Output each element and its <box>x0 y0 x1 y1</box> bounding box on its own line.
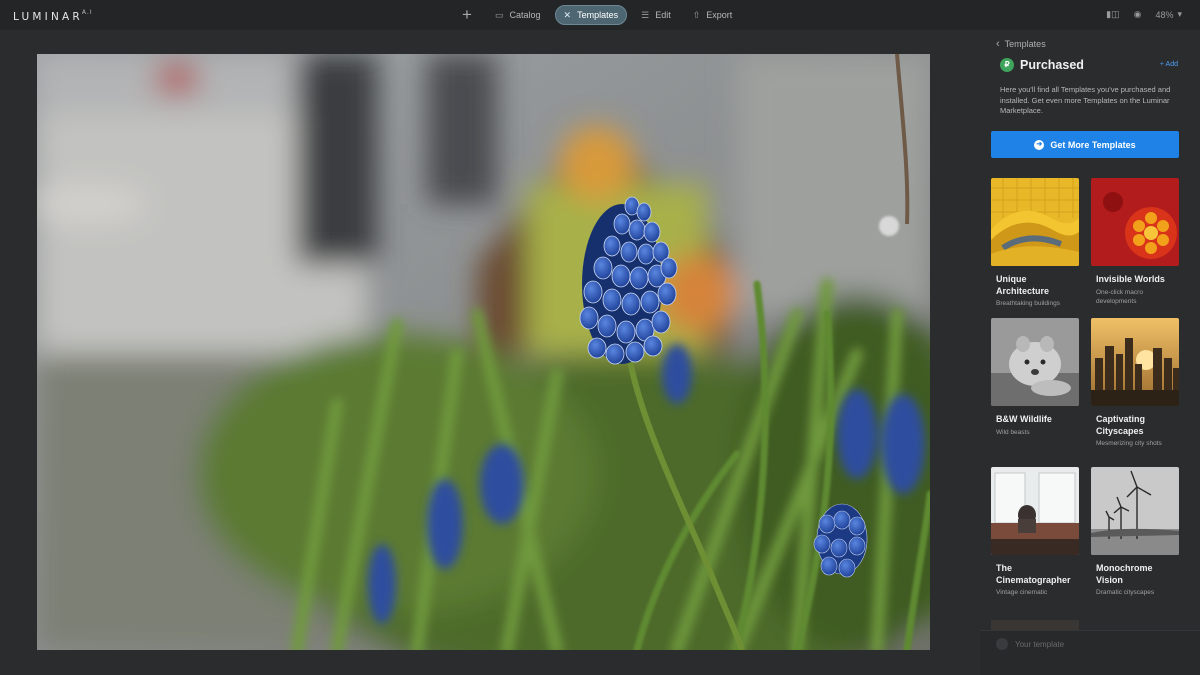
photo-canvas[interactable] <box>37 54 930 650</box>
purchased-badge-icon: ₽ <box>1000 58 1014 72</box>
arrow-right-icon: ➜ <box>1034 139 1045 150</box>
template-thumbnail[interactable] <box>991 318 1079 406</box>
template-card[interactable]: Invisible Worlds One-click macro develop… <box>1091 178 1180 307</box>
tab-catalog[interactable]: ▭ Catalog <box>487 5 549 25</box>
template-subtitle: Wild beasts <box>996 428 1030 436</box>
folder-icon: ▭ <box>495 9 504 20</box>
panel-header: ₽ Purchased + Add <box>1000 58 1178 72</box>
chevron-left-icon: ‹ <box>996 38 1000 50</box>
templates-icon: ✕ <box>563 9 572 20</box>
template-card[interactable]: Captivating Cityscapes Mesmerizing city … <box>1091 318 1180 449</box>
template-subtitle: One-click macro developments <box>1096 288 1143 306</box>
template-name: The Cinematographer <box>996 563 1071 585</box>
template-card[interactable]: B&W Wildlife Wild beasts <box>991 318 1080 437</box>
compare-icon[interactable]: ▮◫ <box>1106 9 1119 20</box>
divider <box>980 630 1200 631</box>
your-template-bar[interactable]: Your template <box>980 620 1200 675</box>
back-link[interactable]: ‹ Templates <box>996 38 1046 50</box>
panel-title: Purchased <box>1020 58 1084 72</box>
chevron-down-icon[interactable]: ▾ <box>1177 9 1182 20</box>
template-thumbnail[interactable] <box>991 467 1079 555</box>
template-subtitle: Mesmerizing city shots <box>1096 440 1162 447</box>
add-link[interactable]: + Add <box>1160 61 1178 68</box>
tab-edit[interactable]: ☰ Edit <box>633 5 679 25</box>
template-thumbnail[interactable] <box>1091 467 1179 555</box>
template-card[interactable]: Monochrome Vision Dramatic cityscapes <box>1091 467 1180 598</box>
main-nav: + ▭ Catalog ✕ Templates ☰ Edit ⇧ Export <box>457 5 746 25</box>
app-logo: LUMINARA.I <box>13 9 93 23</box>
template-name: Monochrome Vision <box>1096 563 1153 585</box>
get-more-templates-button[interactable]: ➜ Get More Templates <box>991 131 1179 158</box>
add-icon[interactable]: + <box>457 5 477 25</box>
panel-description: Here you'll find all Templates you've pu… <box>1000 85 1171 115</box>
view-controls: ▮◫ ◉ 48% ▾ <box>1092 9 1182 20</box>
sliders-icon: ☰ <box>641 9 650 20</box>
templates-panel: ‹ Templates ₽ Purchased + Add Here you'l… <box>980 30 1200 675</box>
next-template-thumbnail <box>991 620 1079 630</box>
template-name: Captivating Cityscapes <box>1096 414 1146 436</box>
template-card[interactable]: Unique Architecture Breathtaking buildin… <box>991 178 1080 309</box>
tab-templates[interactable]: ✕ Templates <box>554 5 628 25</box>
template-thumbnail[interactable] <box>1091 178 1179 266</box>
template-name: B&W Wildlife <box>996 414 1052 424</box>
template-subtitle: Breathtaking buildings <box>996 300 1060 307</box>
your-template-label: Your template <box>1015 640 1065 649</box>
template-thumbnail[interactable] <box>991 178 1079 266</box>
template-avatar-icon <box>996 638 1008 650</box>
top-bar: LUMINARA.I + ▭ Catalog ✕ Templates ☰ Edi… <box>0 0 1200 30</box>
template-subtitle: Vintage cinematic <box>996 589 1048 596</box>
template-name: Unique Architecture <box>996 274 1050 296</box>
export-icon: ⇧ <box>692 9 701 20</box>
eye-icon[interactable]: ◉ <box>1134 9 1142 20</box>
tab-export[interactable]: ⇧ Export <box>685 5 741 25</box>
zoom-level[interactable]: 48% <box>1155 10 1173 20</box>
template-thumbnail[interactable] <box>1091 318 1179 406</box>
template-card[interactable]: The Cinematographer Vintage cinematic <box>991 467 1080 598</box>
template-name: Invisible Worlds <box>1096 274 1165 284</box>
template-subtitle: Dramatic cityscapes <box>1096 589 1155 596</box>
